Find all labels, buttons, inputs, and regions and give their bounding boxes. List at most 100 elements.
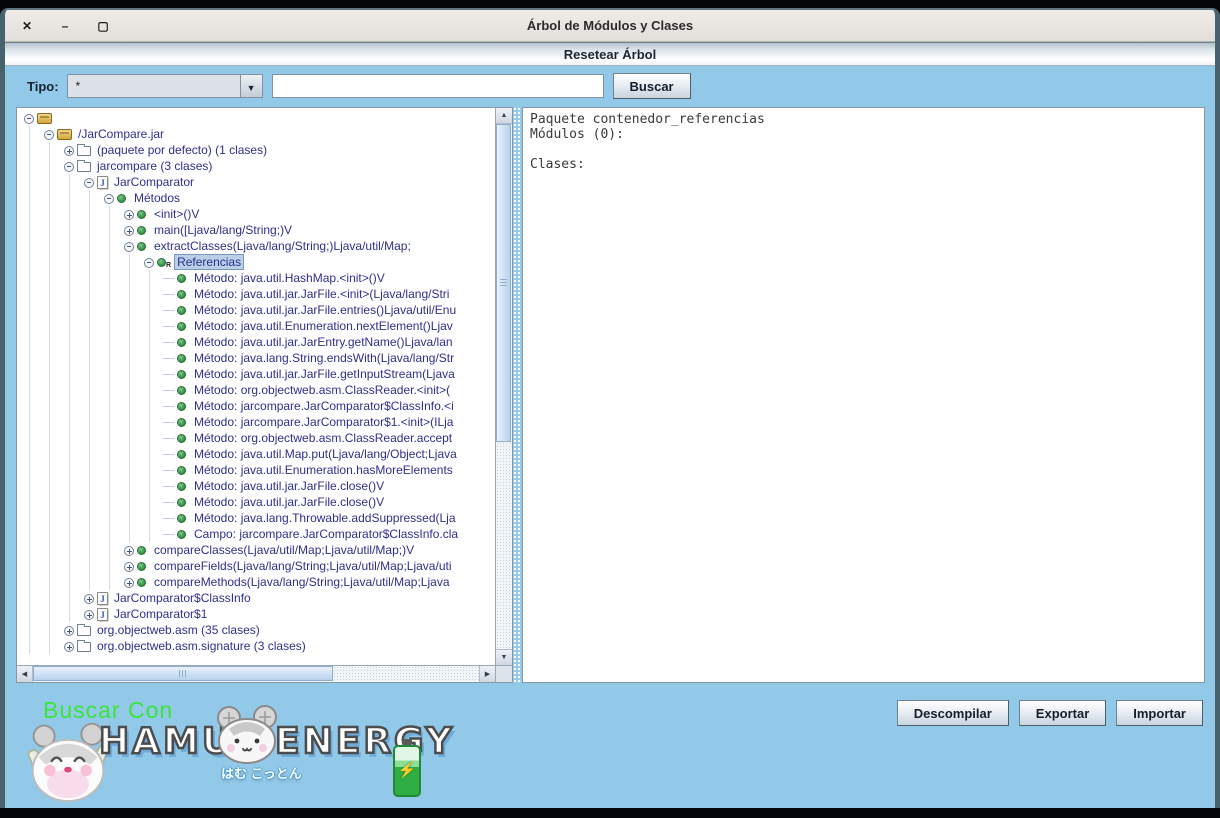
type-combobox[interactable]: * ▼ [67, 74, 263, 98]
tree-toggle-plus-icon[interactable] [121, 574, 137, 590]
tree-row[interactable]: <init>()V [17, 206, 495, 222]
vertical-scroll-thumb[interactable] [496, 124, 511, 442]
scroll-left-button[interactable]: ◀ [17, 666, 33, 682]
tree-row[interactable]: compareClasses(Ljava/util/Map;Ljava/util… [17, 542, 495, 558]
tree-toggle-minus-icon[interactable] [81, 174, 97, 190]
split-divider[interactable] [513, 107, 522, 683]
tree-toggle-minus-icon[interactable] [121, 238, 137, 254]
tree-row[interactable]: extractClasses(Ljava/lang/String;)Ljava/… [17, 238, 495, 254]
chevron-down-icon: ▼ [247, 83, 256, 93]
tree-row[interactable]: Método: java.util.jar.JarFile.close()V [17, 478, 495, 494]
close-button[interactable]: ✕ [19, 18, 35, 34]
tree-indent [21, 606, 81, 622]
reset-tree-button[interactable]: Resetear Árbol [5, 42, 1215, 66]
method-icon [177, 322, 186, 331]
tree-row[interactable]: Método: java.util.Map.put(Ljava/lang/Obj… [17, 446, 495, 462]
scroll-up-button[interactable]: ▲ [496, 108, 512, 124]
tree-toggle-plus-icon[interactable] [81, 590, 97, 606]
tree-row[interactable]: (paquete por defecto) (1 clases) [17, 142, 495, 158]
descompilar-button[interactable]: Descompilar [897, 700, 1009, 726]
tree-row[interactable]: JJarComparator$1 [17, 606, 495, 622]
tree-row[interactable]: JJarComparator [17, 174, 495, 190]
horizontal-scrollbar[interactable]: ◀ ▶ [17, 666, 495, 682]
method-icon [177, 274, 186, 283]
window-title: Árbol de Módulos y Clases [527, 18, 693, 33]
window-controls: ✕ – ▢ [19, 10, 111, 41]
tree-leaf-connector [161, 430, 177, 446]
tree-row[interactable]: main([Ljava/lang/String;)V [17, 222, 495, 238]
scroll-right-button[interactable]: ▶ [479, 666, 495, 682]
tree-leaf-connector [161, 302, 177, 318]
method-icon [137, 242, 146, 251]
tree-row[interactable]: jarcompare (3 clases) [17, 158, 495, 174]
tree-node-label: JarComparator$ClassInfo [111, 591, 254, 605]
tree-row[interactable]: Método: org.objectweb.asm.ClassReader.<i… [17, 382, 495, 398]
tree-row[interactable]: Método: java.util.jar.JarEntry.getName()… [17, 334, 495, 350]
method-icon [177, 418, 186, 427]
tree-row[interactable]: Campo: jarcompare.JarComparator$ClassInf… [17, 526, 495, 542]
scroll-down-button[interactable]: ▼ [496, 649, 512, 665]
tree-indent [21, 286, 161, 302]
tree-toggle-plus-icon[interactable] [121, 222, 137, 238]
tree-row[interactable]: Método: jarcompare.JarComparator$1.<init… [17, 414, 495, 430]
importar-button[interactable]: Importar [1116, 700, 1203, 726]
minimize-button[interactable]: – [57, 18, 73, 34]
tree-row[interactable] [17, 110, 495, 126]
tree-row[interactable]: Método: java.util.jar.JarFile.close()V [17, 494, 495, 510]
tree-row[interactable]: Método: java.util.Enumeration.hasMoreEle… [17, 462, 495, 478]
horizontal-scroll-track[interactable] [33, 666, 479, 682]
tree-indent [21, 270, 161, 286]
tree-row[interactable]: Método: java.util.HashMap.<init>()V [17, 270, 495, 286]
tree-row[interactable]: RReferencias [17, 254, 495, 270]
tree-row[interactable]: Método: java.util.jar.JarFile.<init>(Lja… [17, 286, 495, 302]
tree-indent [21, 206, 121, 222]
tree-toggle-minus-icon[interactable] [141, 254, 157, 270]
tree-toggle-plus-icon[interactable] [61, 622, 77, 638]
vertical-scroll-track[interactable] [496, 124, 512, 649]
vertical-scrollbar[interactable]: ▲ ▼ [495, 108, 512, 665]
tree-indent [21, 382, 161, 398]
tree-indent [21, 494, 161, 510]
exportar-button[interactable]: Exportar [1019, 700, 1106, 726]
tree-toggle-minus-icon[interactable] [41, 126, 57, 142]
tree-toggle-minus-icon[interactable] [61, 158, 77, 174]
tree-row[interactable]: Método: java.lang.String.endsWith(Ljava/… [17, 350, 495, 366]
tree-toggle-plus-icon[interactable] [61, 142, 77, 158]
search-input[interactable] [272, 74, 604, 98]
folder-icon [77, 626, 91, 636]
tree-row[interactable]: org.objectweb.asm (35 clases) [17, 622, 495, 638]
maximize-button[interactable]: ▢ [95, 18, 111, 34]
tree-toggle-plus-icon[interactable] [121, 558, 137, 574]
tree-row[interactable]: compareMethods(Ljava/lang/String;Ljava/u… [17, 574, 495, 590]
tree-toggle-plus-icon[interactable] [121, 206, 137, 222]
tree-row[interactable]: Método: jarcompare.JarComparator$ClassIn… [17, 398, 495, 414]
tree-row[interactable]: Método: java.util.jar.JarFile.getInputSt… [17, 366, 495, 382]
tree-indent [21, 526, 161, 542]
tree-row[interactable]: Método: java.util.Enumeration.nextElemen… [17, 318, 495, 334]
tree-row[interactable]: Métodos [17, 190, 495, 206]
tree-node-label: compareMethods(Ljava/lang/String;Ljava/u… [151, 575, 453, 589]
method-icon [177, 402, 186, 411]
method-icon [177, 434, 186, 443]
tree-leaf-connector [161, 318, 177, 334]
tree-toggle-plus-icon[interactable] [61, 638, 77, 654]
buscar-button[interactable]: Buscar [613, 73, 691, 99]
tree-toggle-plus-icon[interactable] [81, 606, 97, 622]
tree-row[interactable]: compareFields(Ljava/lang/String;Ljava/ut… [17, 558, 495, 574]
tree-row[interactable]: /JarCompare.jar [17, 126, 495, 142]
tree-leaf-connector [161, 414, 177, 430]
combo-dropdown-button[interactable]: ▼ [240, 75, 262, 97]
horizontal-scroll-thumb[interactable] [33, 666, 333, 681]
tree-row[interactable]: JJarComparator$ClassInfo [17, 590, 495, 606]
tree-row[interactable]: Método: java.util.jar.JarFile.entries()L… [17, 302, 495, 318]
tree-node-label: Referencias [174, 254, 244, 270]
tree-row[interactable]: org.objectweb.asm.signature (3 clases) [17, 638, 495, 654]
tree-node-label: org.objectweb.asm (35 clases) [94, 623, 263, 637]
tree-toggle-plus-icon[interactable] [121, 542, 137, 558]
tree-row[interactable]: Método: org.objectweb.asm.ClassReader.ac… [17, 430, 495, 446]
tree-row[interactable]: Método: java.lang.Throwable.addSuppresse… [17, 510, 495, 526]
method-r-icon [157, 258, 166, 267]
tree-toggle-minus-icon[interactable] [101, 190, 117, 206]
tree-leaf-connector [161, 462, 177, 478]
tree-toggle-minus-icon[interactable] [21, 110, 37, 126]
